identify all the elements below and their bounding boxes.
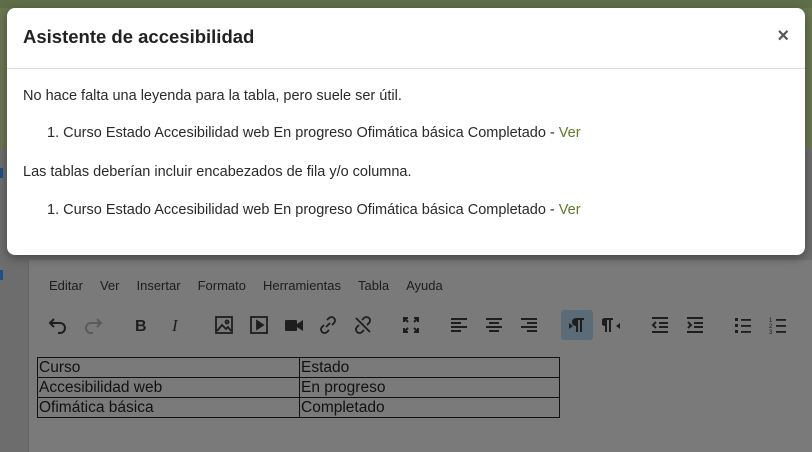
numbered-list-icon[interactable]: 123	[762, 310, 794, 340]
table-cell[interactable]: Ofimática básica	[37, 397, 300, 418]
view-link[interactable]: Ver	[559, 202, 581, 218]
rtl-icon[interactable]	[596, 310, 628, 340]
menu-ver[interactable]: Ver	[100, 276, 120, 296]
view-link[interactable]: Ver	[559, 125, 581, 141]
table-row: Accesibilidad web En progreso	[37, 377, 560, 398]
menu-editar[interactable]: Editar	[49, 276, 83, 296]
outdent-icon[interactable]	[644, 310, 676, 340]
align-center-icon[interactable]	[478, 310, 510, 340]
svg-text:B: B	[135, 318, 147, 335]
table-row: Curso Estado	[37, 357, 560, 378]
fullscreen-icon[interactable]	[395, 310, 427, 340]
bullet-list-icon[interactable]	[727, 310, 759, 340]
page-header-band	[0, 0, 812, 8]
item-text: Curso Estado Accesibilidad web En progre…	[63, 125, 559, 141]
list-item: 1. Curso Estado Accesibilidad web En pro…	[23, 123, 789, 143]
left-edge-marker	[0, 270, 3, 280]
menu-insertar[interactable]: Insertar	[136, 276, 180, 296]
menu-formato[interactable]: Formato	[198, 276, 246, 296]
video-icon[interactable]	[278, 310, 310, 340]
table-cell[interactable]: Completado	[299, 397, 560, 418]
menu-ayuda[interactable]: Ayuda	[406, 276, 443, 296]
dialog-header: Asistente de accesibilidad ×	[7, 8, 805, 69]
item-text: Curso Estado Accesibilidad web En progre…	[63, 202, 559, 218]
left-edge-marker	[0, 168, 3, 178]
issue-list: 1. Curso Estado Accesibilidad web En pro…	[23, 123, 789, 143]
table-cell[interactable]: Accesibilidad web	[37, 377, 300, 398]
content-table[interactable]: Curso Estado Accesibilidad web En progre…	[37, 357, 560, 418]
indent-icon[interactable]	[679, 310, 711, 340]
unlink-icon[interactable]	[347, 310, 379, 340]
list-item: 1. Curso Estado Accesibilidad web En pro…	[23, 200, 789, 220]
table-cell[interactable]: Estado	[299, 357, 560, 378]
menu-herramientas[interactable]: Herramientas	[263, 276, 341, 296]
item-number: 1.	[47, 202, 60, 218]
undo-icon[interactable]	[42, 310, 74, 340]
table-row: Ofimática básica Completado	[37, 397, 560, 418]
align-left-icon[interactable]	[443, 310, 475, 340]
menu-tabla[interactable]: Tabla	[358, 276, 389, 296]
bold-icon[interactable]: B	[125, 310, 157, 340]
table-cell[interactable]: En progreso	[299, 377, 560, 398]
align-right-icon[interactable]	[513, 310, 545, 340]
svg-text:3: 3	[769, 330, 773, 335]
redo-icon[interactable]	[77, 310, 109, 340]
item-number: 1.	[47, 125, 60, 141]
issue-message: No hace falta una leyenda para la tabla,…	[23, 88, 402, 104]
issue-message: Las tablas deberían incluir encabezados …	[23, 164, 412, 180]
dialog-body: No hace falta una leyenda para la tabla,…	[23, 86, 789, 220]
dialog-title: Asistente de accesibilidad	[23, 26, 255, 47]
italic-icon[interactable]: I	[160, 310, 192, 340]
svg-text:I: I	[171, 316, 179, 335]
issue-list: 1. Curso Estado Accesibilidad web En pro…	[23, 200, 789, 220]
table-cell[interactable]: Curso	[37, 357, 300, 378]
editor-menubar: Editar Ver Insertar Formato Herramientas…	[49, 276, 460, 296]
ltr-icon[interactable]	[561, 310, 593, 340]
link-icon[interactable]	[312, 310, 344, 340]
media-icon[interactable]	[243, 310, 275, 340]
image-icon[interactable]	[208, 310, 240, 340]
close-icon[interactable]: ×	[777, 25, 789, 47]
editor-toolbar: B I 123	[40, 310, 812, 340]
accessibility-checker-dialog: Asistente de accesibilidad × No hace fal…	[7, 8, 805, 255]
